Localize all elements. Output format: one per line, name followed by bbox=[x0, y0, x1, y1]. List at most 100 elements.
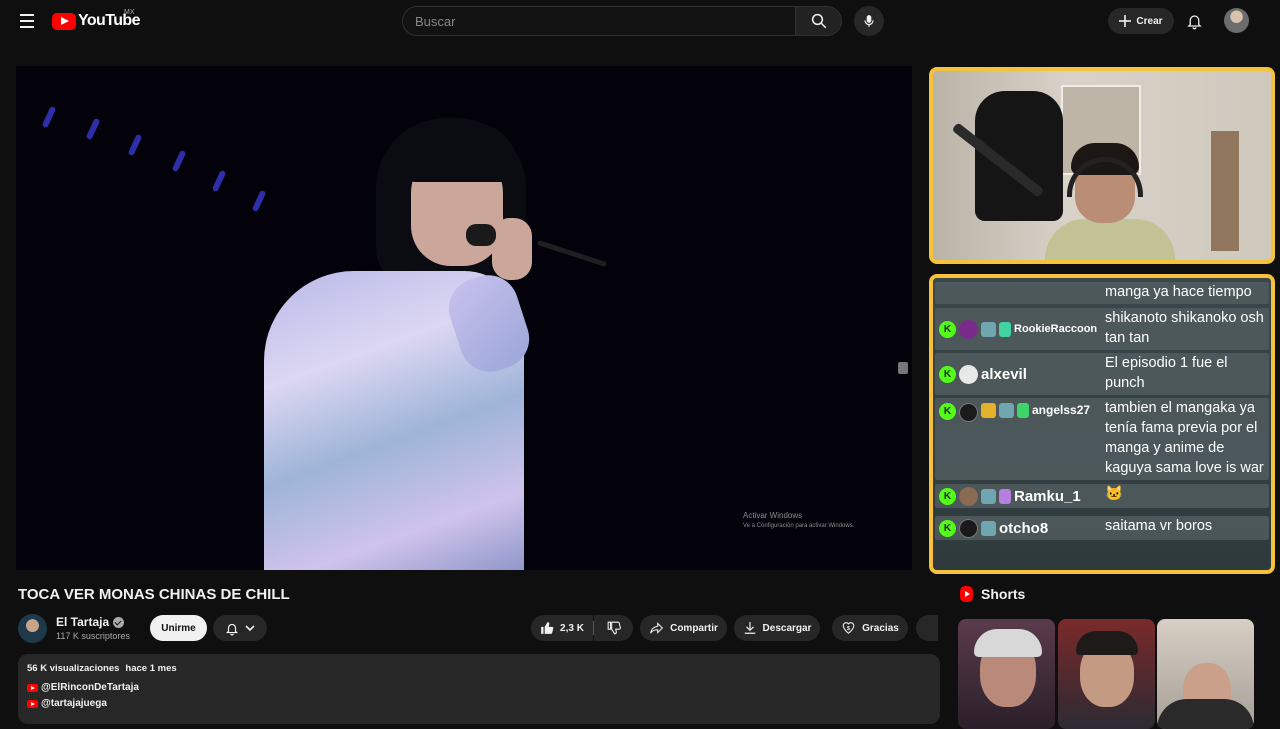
chat-username: angelss27 bbox=[1032, 403, 1091, 417]
chat-user: K angelss27 bbox=[935, 398, 1103, 480]
search-input[interactable] bbox=[415, 13, 795, 29]
short-hair bbox=[1076, 631, 1138, 655]
thanks-label: Gracias bbox=[862, 622, 899, 634]
search-button[interactable] bbox=[796, 6, 842, 36]
user-avatar bbox=[959, 319, 978, 339]
create-button[interactable]: Crear bbox=[1108, 8, 1174, 34]
short-thumbnail[interactable] bbox=[958, 619, 1055, 729]
stage-light bbox=[85, 117, 101, 141]
microphone-cable bbox=[536, 239, 608, 268]
bell-icon bbox=[1186, 15, 1202, 30]
hamburger-menu-icon[interactable] bbox=[14, 10, 40, 32]
thumbs-up-icon bbox=[541, 622, 554, 634]
kick-icon: K bbox=[939, 365, 956, 383]
streamer-body bbox=[1045, 219, 1175, 260]
chat-user: K alxevil bbox=[935, 353, 1103, 395]
video-player[interactable]: Activar Windows Ve a Configuración para … bbox=[16, 66, 912, 570]
stage-light bbox=[41, 105, 57, 129]
streamer-webcam bbox=[929, 67, 1275, 264]
chat-username: RookieRaccoon bbox=[1014, 323, 1098, 335]
stage-light bbox=[171, 149, 187, 173]
channel-name-link[interactable]: El Tartaja bbox=[56, 615, 125, 629]
short-thumbnail[interactable] bbox=[1157, 619, 1254, 729]
download-icon bbox=[744, 622, 755, 634]
download-button[interactable]: Descargar bbox=[734, 615, 820, 641]
verified-icon bbox=[113, 616, 125, 628]
search-box[interactable] bbox=[402, 6, 796, 36]
user-avatar bbox=[959, 518, 978, 538]
user-avatar bbox=[959, 486, 978, 506]
channel-avatar[interactable] bbox=[18, 614, 47, 643]
youtube-icon bbox=[27, 683, 38, 692]
short-thumbnail[interactable] bbox=[1058, 619, 1155, 729]
chat-text: El episodio 1 fue el punch bbox=[1105, 355, 1228, 391]
stage-light bbox=[127, 133, 143, 157]
stage-light bbox=[251, 189, 267, 213]
description-link[interactable]: @ElRinconDeTartaja bbox=[27, 682, 931, 693]
youtube-play-icon bbox=[52, 12, 76, 30]
user-avatar bbox=[959, 403, 978, 422]
share-button[interactable]: Compartir bbox=[640, 615, 727, 641]
video-title: TOCA VER MONAS CHINAS DE CHILL bbox=[18, 586, 290, 603]
notifications-button[interactable] bbox=[1182, 9, 1206, 33]
windows-activation-watermark: Activar Windows Ve a Configuración para … bbox=[743, 510, 854, 532]
subscription-bell-button[interactable] bbox=[213, 615, 267, 641]
chat-username: alxevil bbox=[981, 365, 1027, 383]
svg-text:$: $ bbox=[847, 626, 850, 632]
dislike-button[interactable] bbox=[594, 615, 633, 641]
join-button[interactable]: Unirme bbox=[150, 615, 207, 641]
kick-icon: K bbox=[939, 487, 956, 505]
performer-hand bbox=[492, 218, 532, 280]
chat-message: K angelss27 tambien el mangaka ya tenía … bbox=[935, 398, 1269, 480]
like-button[interactable]: 2,3 K bbox=[531, 615, 593, 641]
link-text: @tartajajuega bbox=[41, 698, 107, 709]
chevron-down-icon bbox=[245, 625, 255, 632]
link-text: @ElRinconDeTartaja bbox=[41, 682, 139, 693]
chat-message: K alxevil El episodio 1 fue el punch bbox=[935, 353, 1269, 395]
gift-badge-icon bbox=[999, 488, 1011, 504]
voice-search-button[interactable] bbox=[854, 6, 884, 36]
chat-text: manga ya hace tiempo bbox=[1105, 284, 1252, 300]
description-link[interactable]: @tartajajuega bbox=[27, 698, 931, 709]
description-meta: 56 K visualizaciones hace 1 mes bbox=[27, 663, 931, 674]
create-label: Crear bbox=[1136, 15, 1163, 27]
share-icon bbox=[650, 622, 664, 634]
gift-badge-icon bbox=[1017, 403, 1029, 418]
user-avatar bbox=[959, 364, 978, 384]
kick-icon: K bbox=[939, 519, 956, 537]
microphone-prop bbox=[466, 224, 496, 246]
chat-user bbox=[935, 282, 1103, 304]
chat-message: manga ya hace tiempo bbox=[935, 282, 1269, 304]
channel-row: El Tartaja 117 K suscriptores Unirme 2,3… bbox=[18, 614, 938, 644]
chat-text: shikanoto shikanoko osh tan tan bbox=[1105, 310, 1264, 346]
subscriber-count: 117 K suscriptores bbox=[56, 631, 130, 641]
description-box[interactable]: 56 K visualizaciones hace 1 mes @ElRinco… bbox=[18, 654, 940, 724]
shorts-heading: Shorts bbox=[960, 586, 1025, 602]
chat-text: saitama vr boros bbox=[1105, 518, 1213, 534]
kick-icon: K bbox=[939, 320, 956, 338]
search-icon bbox=[811, 13, 826, 29]
chat-message: K otcho8 saitama vr boros bbox=[935, 516, 1269, 540]
stage-light bbox=[211, 169, 227, 193]
subscriber-badge-icon bbox=[981, 488, 996, 504]
thanks-button[interactable]: $ Gracias bbox=[832, 615, 908, 641]
more-actions-button[interactable] bbox=[916, 615, 938, 641]
chat-user: K otcho8 bbox=[935, 516, 1103, 540]
share-label: Compartir bbox=[670, 622, 718, 634]
user-avatar[interactable] bbox=[1224, 8, 1249, 33]
chat-overlay: manga ya hace tiempo K RookieRaccoon shi… bbox=[929, 274, 1275, 574]
subscriber-badge-icon bbox=[981, 520, 996, 536]
thumbs-down-icon bbox=[607, 621, 621, 635]
chat-username: otcho8 bbox=[999, 519, 1049, 537]
chat-text: 🐱 bbox=[1105, 486, 1124, 502]
heart-dollar-icon: $ bbox=[842, 622, 855, 634]
kick-icon: K bbox=[939, 403, 956, 420]
shorts-title: Shorts bbox=[981, 586, 1026, 602]
bell-icon bbox=[225, 623, 239, 635]
lock-icon bbox=[898, 362, 908, 374]
subscriber-badge-icon bbox=[999, 403, 1014, 418]
plus-icon bbox=[1119, 15, 1132, 27]
microphone-icon bbox=[864, 15, 874, 27]
top-bar: YouTube MX Crear bbox=[0, 0, 1280, 42]
youtube-icon bbox=[27, 699, 38, 708]
